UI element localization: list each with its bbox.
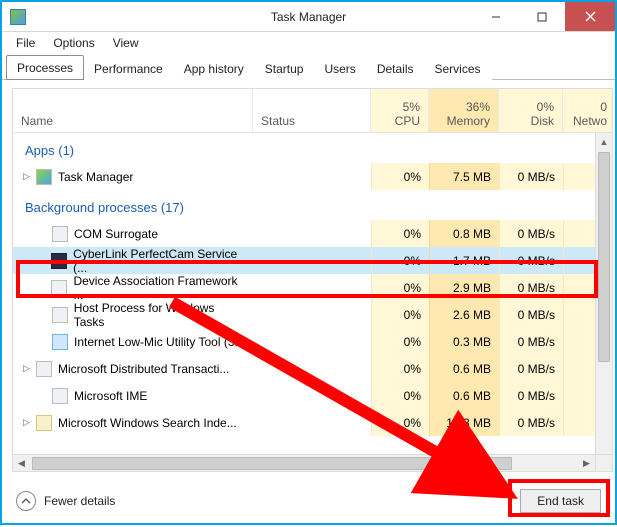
- row-device-association[interactable]: Device Association Framework ... 0% 2.9 …: [13, 274, 612, 301]
- process-list-pane: Name Status 5%CPU 36%Memory 0%Disk 0Netw…: [12, 88, 613, 472]
- expand-icon[interactable]: ▷: [21, 363, 32, 374]
- tab-details[interactable]: Details: [366, 56, 425, 80]
- row-ms-search[interactable]: ▷Microsoft Windows Search Inde... 0% 12.…: [13, 409, 612, 436]
- group-apps: Apps (1): [13, 133, 612, 163]
- maximize-button[interactable]: [519, 2, 565, 31]
- tab-performance[interactable]: Performance: [83, 56, 174, 80]
- colhead-name[interactable]: Name: [13, 89, 253, 132]
- vertical-scrollbar[interactable]: ▲ ▼: [595, 133, 612, 471]
- process-name: COM Surrogate: [74, 227, 158, 241]
- process-icon: [51, 253, 67, 269]
- tab-processes[interactable]: Processes: [6, 55, 84, 80]
- minimize-button[interactable]: [473, 2, 519, 31]
- window-titlebar: Task Manager: [2, 2, 615, 32]
- horizontal-scrollbar[interactable]: ◀ ▶: [13, 454, 595, 471]
- process-name: Host Process for Windows Tasks: [74, 301, 245, 329]
- chevron-up-icon: [16, 491, 36, 511]
- process-name: CyberLink PerfectCam Service (...: [73, 247, 245, 275]
- scrollbar-thumb[interactable]: [598, 152, 610, 362]
- row-ms-dtc[interactable]: ▷Microsoft Distributed Transacti... 0% 0…: [13, 355, 612, 382]
- colhead-network[interactable]: 0Netwo: [563, 89, 613, 132]
- row-task-manager[interactable]: ▷Task Manager 0% 7.5 MB 0 MB/s 0: [13, 163, 612, 190]
- row-ie-lowmic[interactable]: Internet Low-Mic Utility Tool (3... 0% 0…: [13, 328, 612, 355]
- search-indexer-icon: [36, 415, 52, 431]
- process-name: Microsoft Windows Search Inde...: [58, 416, 237, 430]
- tab-users[interactable]: Users: [313, 56, 366, 80]
- tab-strip: Processes Performance App history Startu…: [2, 54, 615, 80]
- process-name: Internet Low-Mic Utility Tool (3...: [74, 335, 245, 349]
- app-icon: [10, 9, 26, 25]
- group-background: Background processes (17): [13, 190, 612, 220]
- process-icon: [36, 361, 52, 377]
- tab-services[interactable]: Services: [424, 56, 492, 80]
- column-headers: Name Status 5%CPU 36%Memory 0%Disk 0Netw…: [13, 89, 612, 133]
- scroll-left-icon[interactable]: ◀: [13, 458, 30, 469]
- row-ms-ime[interactable]: Microsoft IME 0% 0.6 MB 0 MB/s 0: [13, 382, 612, 409]
- process-icon: [52, 388, 68, 404]
- scrollbar-thumb[interactable]: [32, 457, 512, 470]
- scroll-up-icon[interactable]: ▲: [596, 133, 612, 150]
- process-icon: [51, 280, 67, 296]
- process-icon: [52, 307, 68, 323]
- expand-icon[interactable]: ▷: [21, 171, 32, 182]
- process-rows: Apps (1) ▷Task Manager 0% 7.5 MB 0 MB/s …: [13, 133, 612, 471]
- footer: Fewer details End task: [4, 481, 613, 521]
- tab-app-history[interactable]: App history: [173, 56, 255, 80]
- row-cyberlink-perfectcam[interactable]: CyberLink PerfectCam Service (... 0% 1.7…: [13, 247, 612, 274]
- process-name: Microsoft IME: [74, 389, 147, 403]
- colhead-cpu[interactable]: 5%CPU: [371, 89, 429, 132]
- colhead-disk[interactable]: 0%Disk: [499, 89, 563, 132]
- menubar: File Options View: [2, 32, 615, 54]
- process-name: Device Association Framework ...: [73, 274, 245, 302]
- colhead-status[interactable]: Status: [253, 89, 371, 132]
- close-button[interactable]: [565, 2, 615, 31]
- menu-file[interactable]: File: [8, 33, 43, 53]
- process-icon: [52, 226, 68, 242]
- process-name: Task Manager: [58, 170, 133, 184]
- task-manager-icon: [36, 169, 52, 185]
- menu-view[interactable]: View: [105, 33, 147, 53]
- expand-icon[interactable]: ▷: [21, 417, 32, 428]
- scroll-right-icon[interactable]: ▶: [578, 458, 595, 469]
- fewer-details-button[interactable]: Fewer details: [16, 491, 115, 511]
- process-name: Microsoft Distributed Transacti...: [58, 362, 229, 376]
- end-task-button[interactable]: End task: [520, 489, 601, 513]
- tab-startup[interactable]: Startup: [254, 56, 315, 80]
- row-com-surrogate[interactable]: COM Surrogate 0% 0.8 MB 0 MB/s 0: [13, 220, 612, 247]
- ie-icon: [52, 334, 68, 350]
- colhead-memory[interactable]: 36%Memory: [429, 89, 499, 132]
- menu-options[interactable]: Options: [45, 33, 102, 53]
- fewer-details-label: Fewer details: [44, 494, 115, 508]
- row-host-process[interactable]: Host Process for Windows Tasks 0% 2.6 MB…: [13, 301, 612, 328]
